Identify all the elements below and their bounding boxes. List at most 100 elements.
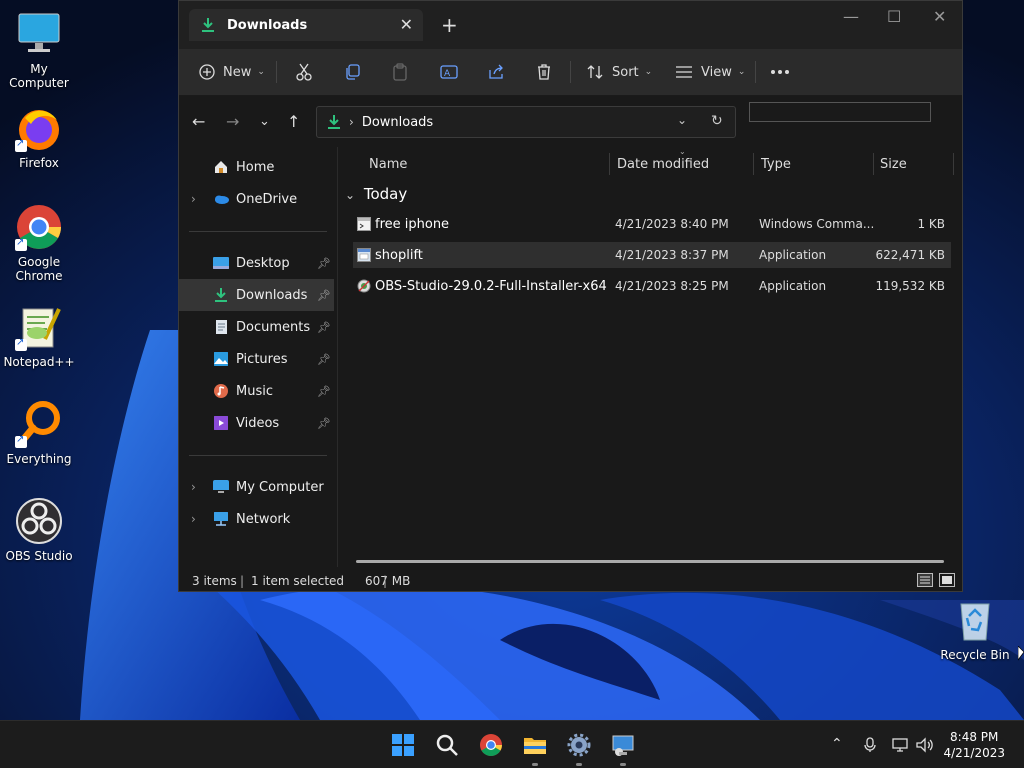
download-arrow-icon xyxy=(328,115,340,129)
expand-chevron-icon[interactable]: › xyxy=(191,512,196,526)
pin-icon[interactable]: 📌︎ xyxy=(317,385,331,398)
taskbar: ⌃ 8:48 PM 4/21/2023 xyxy=(0,720,1024,768)
view-button[interactable]: View ⌄ xyxy=(675,49,745,95)
paste-button[interactable] xyxy=(392,49,408,95)
file-name: shoplift xyxy=(375,247,423,263)
desktop-icon-firefox[interactable]: Firefox xyxy=(1,104,77,170)
table-row[interactable]: shoplift 4/21/2023 8:37 PM Application 6… xyxy=(353,242,951,268)
more-options-button[interactable] xyxy=(770,49,790,95)
maximize-button[interactable]: ☐ xyxy=(887,7,901,26)
remote-desktop-icon[interactable] xyxy=(611,733,635,757)
pictures-icon xyxy=(214,352,228,366)
group-header-today[interactable]: ⌄ Today xyxy=(345,185,407,203)
recent-locations-chevron-icon[interactable]: ⌄ xyxy=(259,114,270,129)
desktop-icon-notepad-plus-plus[interactable]: Notepad++ xyxy=(1,303,77,369)
column-header-name[interactable]: Name xyxy=(369,147,407,181)
table-row[interactable]: free iphone 4/21/2023 8:40 PM Windows Co… xyxy=(353,211,951,237)
file-date: 4/21/2023 8:37 PM xyxy=(615,248,729,262)
file-size: 622,471 KB xyxy=(875,248,945,262)
desktop-icon-my-computer[interactable]: My Computer xyxy=(1,10,77,90)
sidebar-item-downloads[interactable]: Downloads 📌︎ xyxy=(179,279,334,311)
column-divider[interactable] xyxy=(873,153,874,175)
new-button[interactable]: New ⌄ xyxy=(199,49,265,95)
search-icon[interactable] xyxy=(435,733,459,757)
chrome-taskbar-icon[interactable] xyxy=(479,733,503,757)
title-bar[interactable]: Downloads ✕ + — ☐ ✕ xyxy=(179,1,962,49)
volume-icon[interactable] xyxy=(916,737,934,753)
sidebar-item-network[interactable]: › Network xyxy=(179,503,334,535)
tab-downloads[interactable]: Downloads ✕ xyxy=(189,9,423,41)
command-bar: New ⌄ A Sort ⌄ View ⌄ xyxy=(179,49,962,96)
search-input[interactable] xyxy=(749,102,931,122)
sidebar-item-my-computer[interactable]: › My Computer xyxy=(179,471,334,503)
sidebar-item-music[interactable]: Music 📌︎ xyxy=(179,375,334,407)
address-bar[interactable]: › Downloads ⌄ ↻ xyxy=(316,106,736,138)
sidebar-item-onedrive[interactable]: › OneDrive xyxy=(179,183,334,215)
file-explorer-taskbar-icon[interactable] xyxy=(523,733,547,757)
share-button[interactable] xyxy=(488,49,504,95)
network-status-icon[interactable] xyxy=(892,737,908,753)
clock[interactable]: 8:48 PM 4/21/2023 xyxy=(943,729,1005,761)
thumbnail-view-button[interactable] xyxy=(939,573,955,587)
column-divider[interactable] xyxy=(609,153,610,175)
item-count: 3 items xyxy=(192,574,237,588)
column-header-date[interactable]: Date modified xyxy=(617,147,709,181)
close-window-button[interactable]: ✕ xyxy=(933,7,946,26)
chevron-down-icon: ⌄ xyxy=(644,67,653,77)
minimize-button[interactable]: — xyxy=(843,7,859,26)
sidebar-item-home[interactable]: Home xyxy=(179,151,334,183)
column-divider[interactable] xyxy=(953,153,954,175)
desktop-icon-obs-studio[interactable]: OBS Studio xyxy=(1,497,77,563)
settings-gear-icon[interactable] xyxy=(567,733,591,757)
microphone-icon[interactable] xyxy=(864,737,876,753)
back-arrow-icon[interactable]: ← xyxy=(192,112,205,131)
pane-splitter[interactable] xyxy=(337,147,338,567)
forward-arrow-icon[interactable]: → xyxy=(226,112,239,131)
shortcut-arrow-icon xyxy=(15,138,27,152)
windows-start-icon[interactable] xyxy=(391,733,415,757)
desktop-icon-everything[interactable]: Everything xyxy=(1,400,77,466)
file-size: 119,532 KB xyxy=(875,279,945,293)
breadcrumb-downloads[interactable]: Downloads xyxy=(362,115,433,130)
pin-icon[interactable]: 📌︎ xyxy=(317,289,331,302)
up-arrow-icon[interactable]: ↑ xyxy=(287,112,300,131)
show-hidden-icons-chevron[interactable]: ⌃ xyxy=(831,736,843,752)
delete-button[interactable] xyxy=(536,49,552,95)
column-header-size[interactable]: Size xyxy=(880,147,907,181)
sort-button[interactable]: Sort ⌄ xyxy=(586,49,652,95)
sidebar-item-pictures[interactable]: Pictures 📌︎ xyxy=(179,343,334,375)
cut-button[interactable] xyxy=(296,49,312,95)
sidebar-item-label: Documents xyxy=(236,319,311,335)
file-type: Windows Comma... xyxy=(759,217,875,231)
horizontal-scrollbar[interactable] xyxy=(356,560,944,563)
pin-icon[interactable]: 📌︎ xyxy=(317,321,331,334)
more-dots-icon xyxy=(771,70,789,74)
clipboard-icon xyxy=(393,63,407,81)
pin-icon[interactable]: 📌︎ xyxy=(317,417,331,430)
rename-button[interactable]: A xyxy=(440,49,458,95)
desktop-icon-chrome[interactable]: Google Chrome xyxy=(1,203,77,283)
sidebar-item-label: Network xyxy=(236,511,291,527)
copy-button[interactable] xyxy=(344,49,360,95)
close-tab-icon[interactable]: ✕ xyxy=(400,15,413,34)
desktop-icon-recycle-bin[interactable]: Recycle Bin xyxy=(937,596,1013,662)
sidebar-item-videos[interactable]: Videos 📌︎ xyxy=(179,407,334,439)
music-icon xyxy=(214,384,228,398)
expand-chevron-icon[interactable]: › xyxy=(191,480,196,494)
details-view-button[interactable] xyxy=(917,573,933,587)
address-history-chevron-icon[interactable]: ⌄ xyxy=(677,113,687,127)
pin-icon[interactable]: 📌︎ xyxy=(317,257,331,270)
table-row[interactable]: OBS-Studio-29.0.2-Full-Installer-x64 4/2… xyxy=(353,273,951,299)
collapse-chevron-icon[interactable]: ⌄ xyxy=(345,188,355,202)
column-header-type[interactable]: Type xyxy=(761,147,791,181)
pin-icon[interactable]: 📌︎ xyxy=(317,353,331,366)
refresh-icon[interactable]: ↻ xyxy=(711,113,723,129)
sidebar-divider xyxy=(189,455,327,456)
expand-chevron-icon[interactable]: › xyxy=(191,192,196,206)
column-name-label: Name xyxy=(369,156,408,172)
new-tab-button[interactable]: + xyxy=(441,13,458,37)
sidebar-item-desktop[interactable]: Desktop 📌︎ xyxy=(179,247,334,279)
column-divider[interactable] xyxy=(753,153,754,175)
new-label: New xyxy=(223,64,252,80)
sidebar-item-documents[interactable]: Documents 📌︎ xyxy=(179,311,334,343)
